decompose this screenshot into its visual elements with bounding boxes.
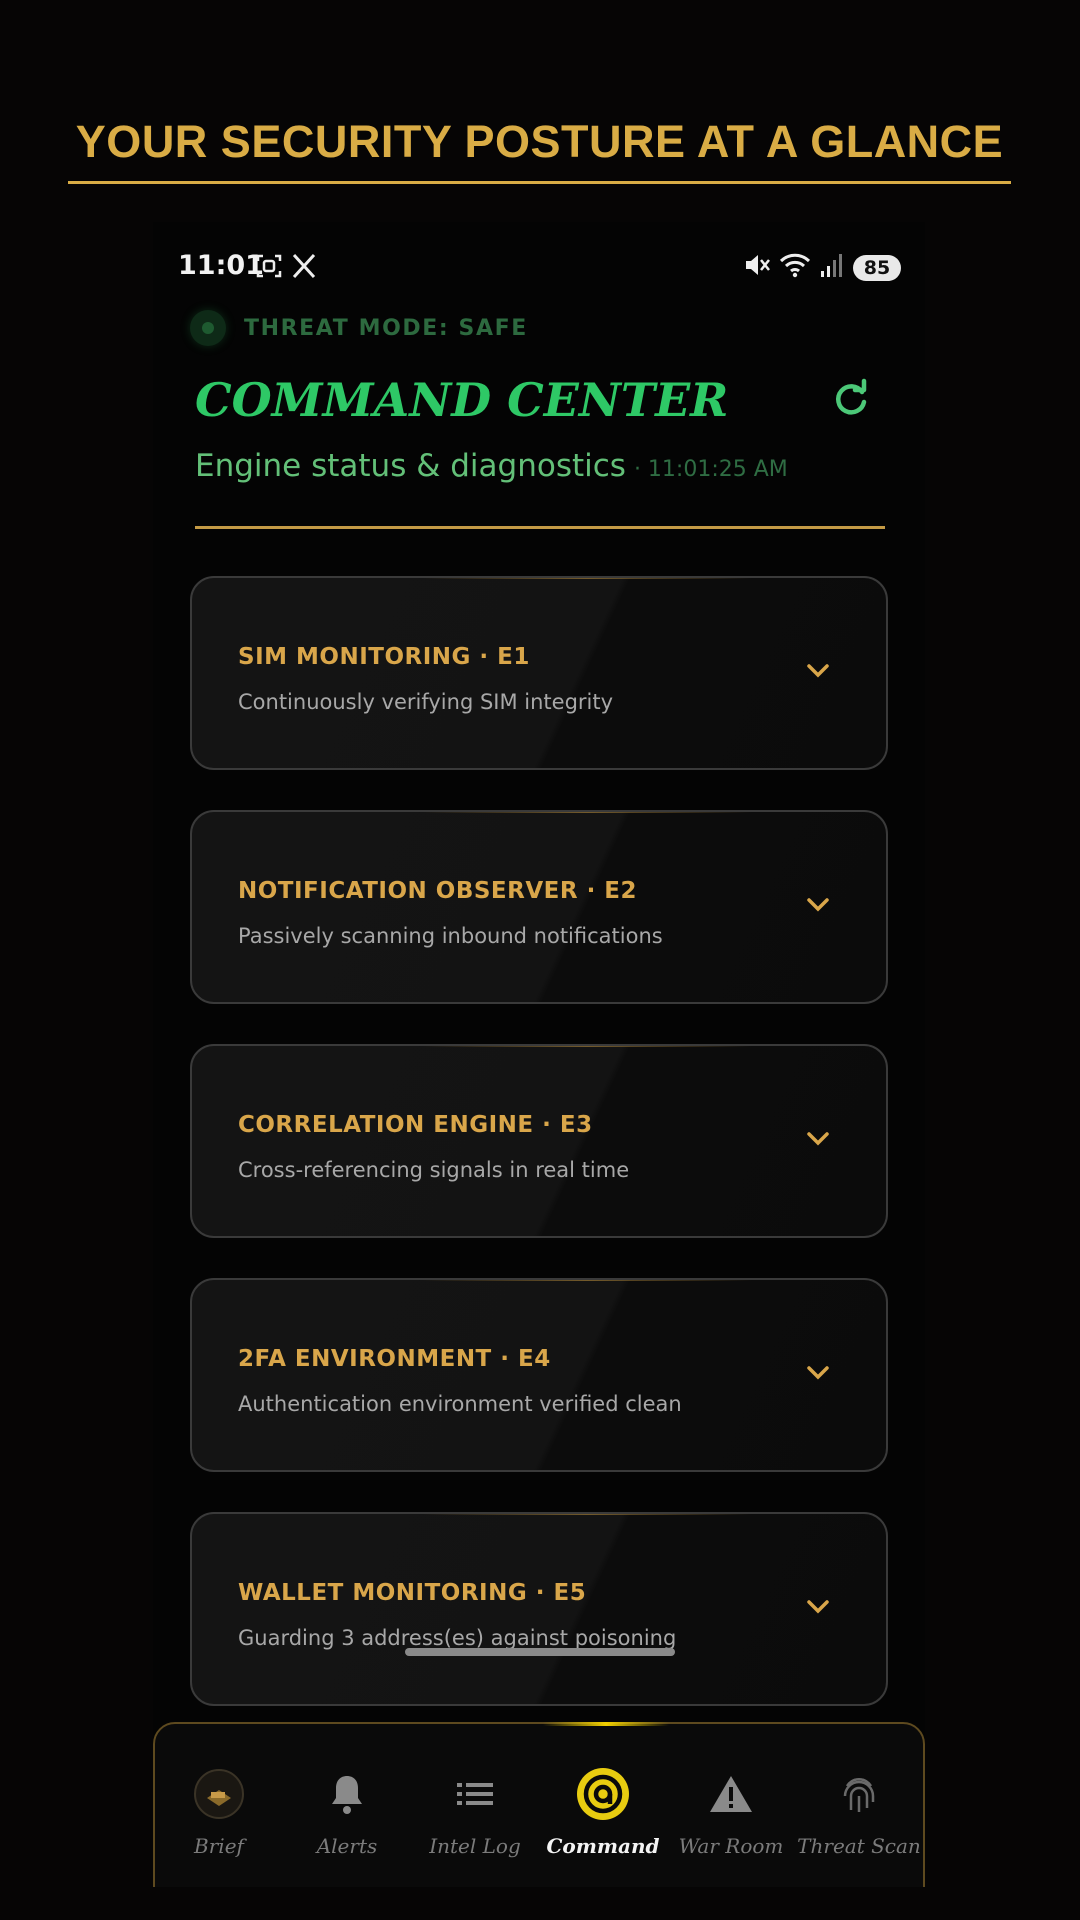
nav-item-threat-scan[interactable]: Threat Scan	[795, 1764, 923, 1858]
screenshot-icon	[255, 252, 283, 285]
nav-item-intel-log[interactable]: Intel Log	[411, 1764, 539, 1858]
warning-triangle-icon	[710, 1776, 752, 1812]
engine-title: NOTIFICATION OBSERVER · E2	[238, 878, 638, 904]
engine-title: WALLET MONITORING · E5	[238, 1580, 587, 1606]
phone-screen: 11:01 85 THREAT MODE: SAFE COMMAND CENTE…	[153, 222, 925, 1887]
battery-indicator: 85	[853, 254, 901, 281]
chevron-down-icon[interactable]	[804, 1130, 832, 1153]
engine-card-e4[interactable]: 2FA ENVIRONMENT · E4 Authentication envi…	[190, 1278, 888, 1472]
nav-label: War Room	[678, 1834, 784, 1858]
page-title: COMMAND CENTER	[195, 373, 729, 427]
refresh-button[interactable]	[829, 378, 873, 427]
nav-item-command[interactable]: Command	[539, 1764, 667, 1858]
engine-description: Passively scanning inbound notifications	[238, 924, 663, 948]
nav-label: Intel Log	[429, 1834, 521, 1858]
page-subtitle: Engine status & diagnostics	[195, 448, 626, 484]
engine-title: CORRELATION ENGINE · E3	[238, 1112, 593, 1138]
threat-mode-indicator: THREAT MODE: SAFE	[190, 310, 528, 346]
threat-mode-label: THREAT MODE: SAFE	[244, 315, 528, 341]
engine-card-e2[interactable]: NOTIFICATION OBSERVER · E2 Passively sca…	[190, 810, 888, 1004]
mute-icon	[743, 251, 771, 284]
page-banner-title: YOUR SECURITY POSTURE AT A GLANCE	[75, 116, 1004, 167]
fingerprint-icon	[843, 1777, 875, 1812]
avatar-icon	[194, 1769, 244, 1819]
threat-status-dot-icon	[190, 310, 226, 346]
status-time: 11:01	[178, 250, 264, 281]
engine-description: Guarding 3 address(es) against poisoning	[238, 1626, 677, 1650]
nav-label: Alerts	[316, 1834, 378, 1858]
engine-title: SIM MONITORING · E1	[238, 644, 530, 670]
command-target-icon	[577, 1768, 629, 1820]
engine-description: Cross-referencing signals in real time	[238, 1158, 630, 1182]
engine-card-e5[interactable]: WALLET MONITORING · E5 Guarding 3 addres…	[190, 1512, 888, 1706]
bell-icon	[332, 1776, 362, 1814]
status-bar: 11:01 85	[153, 248, 925, 284]
engine-card-e3[interactable]: CORRELATION ENGINE · E3 Cross-referencin…	[190, 1044, 888, 1238]
nav-item-war-room[interactable]: War Room	[667, 1764, 795, 1858]
header-divider	[195, 526, 885, 529]
engine-card-e1[interactable]: SIM MONITORING · E1 Continuously verifyi…	[190, 576, 888, 770]
nav-label: Brief	[194, 1834, 244, 1858]
chevron-down-icon[interactable]	[804, 1364, 832, 1387]
active-tab-indicator	[543, 1722, 669, 1726]
refresh-icon	[836, 378, 867, 415]
engine-description: Authentication environment verified clea…	[238, 1392, 682, 1416]
engine-description: Continuously verifying SIM integrity	[238, 690, 614, 714]
home-indicator[interactable]	[405, 1648, 675, 1656]
engine-title: 2FA ENVIRONMENT · E4	[238, 1346, 551, 1372]
nav-item-brief[interactable]: Brief	[155, 1764, 283, 1858]
last-updated-time: · 11:01:25 AM	[633, 457, 788, 482]
nav-label: Command	[546, 1834, 660, 1858]
list-icon	[457, 1783, 493, 1805]
chevron-down-icon[interactable]	[804, 896, 832, 919]
bottom-nav: Brief Alerts Intel Log Command War Room …	[153, 1722, 925, 1887]
page-subtitle-row: Engine status & diagnostics · 11:01:25 A…	[195, 448, 788, 484]
nav-item-alerts[interactable]: Alerts	[283, 1764, 411, 1858]
banner-underline	[68, 181, 1011, 184]
nav-label: Threat Scan	[797, 1834, 921, 1858]
wifi-icon	[779, 251, 811, 284]
chevron-down-icon[interactable]	[804, 662, 832, 685]
x-logo-icon	[291, 252, 317, 285]
signal-icon	[819, 251, 845, 284]
chevron-down-icon[interactable]	[804, 1598, 832, 1621]
